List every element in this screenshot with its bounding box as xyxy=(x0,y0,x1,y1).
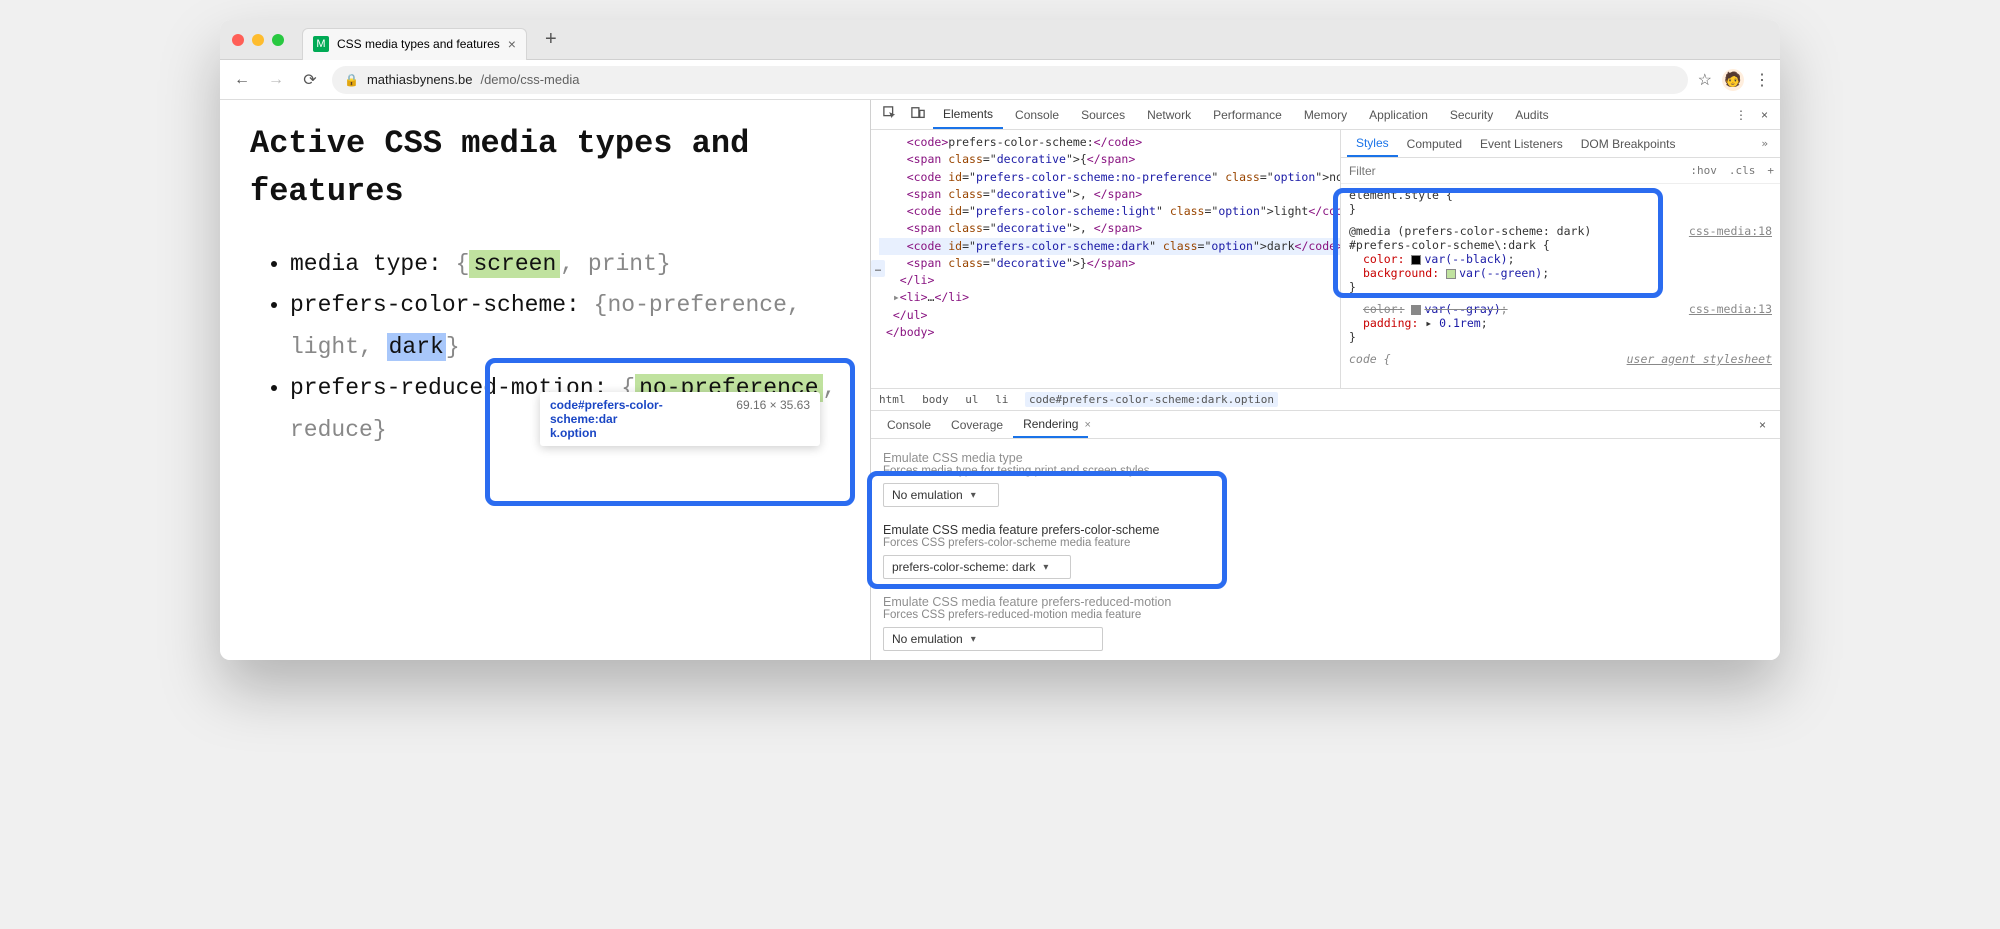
browser-menu-icon[interactable]: ⋮ xyxy=(1754,70,1770,90)
device-toolbar-icon[interactable] xyxy=(905,102,931,127)
maximize-window-button[interactable] xyxy=(272,34,284,46)
breadcrumb-item[interactable]: body xyxy=(922,393,949,406)
drawer-tab-close-icon[interactable]: × xyxy=(1084,419,1090,431)
emulate-color-scheme-select[interactable]: prefers-color-scheme: dark xyxy=(883,555,1071,579)
dom-breadcrumb: html body ul li code#prefers-color-schem… xyxy=(871,388,1780,410)
section-title: Emulate CSS media feature prefers-color-… xyxy=(883,523,1768,537)
hov-toggle[interactable]: :hov xyxy=(1684,162,1723,179)
styles-subtab-computed[interactable]: Computed xyxy=(1398,132,1471,156)
minimize-window-button[interactable] xyxy=(252,34,264,46)
browser-tab[interactable]: M CSS media types and features × xyxy=(302,28,527,60)
selected-option: dark xyxy=(387,333,446,361)
tab-audits[interactable]: Audits xyxy=(1505,102,1558,128)
new-tab-button[interactable]: + xyxy=(535,28,567,51)
tab-memory[interactable]: Memory xyxy=(1294,102,1357,128)
list-item: media type: {screen, print} xyxy=(290,244,840,285)
css-rule[interactable]: element.style { } xyxy=(1349,188,1772,216)
section-subtitle: Forces CSS prefers-color-scheme media fe… xyxy=(883,537,1768,549)
rule-source-link[interactable]: css-media:18 xyxy=(1689,224,1772,238)
new-rule-button[interactable]: + xyxy=(1761,162,1780,179)
css-rule[interactable]: css-media:13 color: var(--gray); padding… xyxy=(1349,302,1772,344)
tooltip-dimensions: 69.16 × 35.63 xyxy=(736,398,810,412)
profile-avatar[interactable]: 🧑 xyxy=(1722,69,1744,91)
section-title: Emulate CSS media type xyxy=(883,451,1768,465)
close-tab-icon[interactable]: × xyxy=(508,36,516,52)
tab-elements[interactable]: Elements xyxy=(933,101,1003,129)
active-option: screen xyxy=(469,250,560,278)
dom-tree-pane[interactable]: <code>prefers-color-scheme:</code> <span… xyxy=(871,130,1341,388)
styles-subtab-dom-breakpoints[interactable]: DOM Breakpoints xyxy=(1572,132,1685,156)
tab-network[interactable]: Network xyxy=(1137,102,1201,128)
dom-selected-node[interactable]: <code id="prefers-color-scheme:dark" cla… xyxy=(879,238,1341,255)
inspect-element-icon[interactable] xyxy=(877,102,903,127)
tab-application[interactable]: Application xyxy=(1359,102,1438,128)
url-bar-row: ← → ⟳ 🔒 mathiasbynens.be/demo/css-media … xyxy=(220,60,1780,100)
emulate-reduced-motion-select[interactable]: No emulation xyxy=(883,627,1103,651)
styles-subtab-event-listeners[interactable]: Event Listeners xyxy=(1471,132,1572,156)
devtools-tabs: Elements Console Sources Network Perform… xyxy=(871,100,1780,130)
lock-icon: 🔒 xyxy=(344,73,359,87)
traffic-lights xyxy=(232,34,284,46)
section-title: Emulate CSS media feature prefers-reduce… xyxy=(883,595,1768,609)
rule-source-link: user agent stylesheet xyxy=(1627,352,1772,366)
devtools-drawer: Console Coverage Rendering × × Emulate C… xyxy=(871,410,1780,660)
tab-title: CSS media types and features xyxy=(337,37,500,51)
drawer-close-icon[interactable]: × xyxy=(1751,414,1774,436)
devtools-menu-icon[interactable]: ⋮ xyxy=(1729,104,1753,126)
emulate-media-type-select[interactable]: No emulation xyxy=(883,483,999,507)
url-field[interactable]: 🔒 mathiasbynens.be/demo/css-media xyxy=(332,66,1688,94)
css-rule[interactable]: user agent stylesheet code { xyxy=(1349,352,1772,366)
styles-subtab-styles[interactable]: Styles xyxy=(1347,131,1398,157)
back-button[interactable]: ← xyxy=(230,68,254,92)
drawer-tab-console[interactable]: Console xyxy=(877,413,941,437)
tab-sources[interactable]: Sources xyxy=(1071,102,1135,128)
breadcrumb-item[interactable]: html xyxy=(879,393,906,406)
rule-source-link[interactable]: css-media:13 xyxy=(1689,302,1772,316)
page-heading: Active CSS media types and features xyxy=(250,120,840,216)
favicon-icon: M xyxy=(313,36,329,52)
forward-button[interactable]: → xyxy=(264,68,288,92)
tooltip-selector: code#prefers-color-scheme:dar xyxy=(550,398,663,426)
styles-filter-input[interactable] xyxy=(1341,160,1684,182)
drawer-tab-rendering[interactable]: Rendering xyxy=(1013,412,1088,438)
tab-security[interactable]: Security xyxy=(1440,102,1503,128)
section-subtitle: Forces media type for testing print and … xyxy=(883,465,1768,477)
devtools-panel: Elements Console Sources Network Perform… xyxy=(870,100,1780,660)
css-rule[interactable]: css-media:18 @media (prefers-color-schem… xyxy=(1349,224,1772,294)
close-window-button[interactable] xyxy=(232,34,244,46)
devtools-close-icon[interactable]: × xyxy=(1755,104,1774,126)
ellipsis-badge: … xyxy=(871,260,885,277)
url-domain: mathiasbynens.be xyxy=(367,72,473,87)
bookmark-star-icon[interactable]: ☆ xyxy=(1698,70,1712,90)
breadcrumb-item-selected[interactable]: code#prefers-color-scheme:dark.option xyxy=(1025,392,1278,407)
reload-button[interactable]: ⟳ xyxy=(298,68,322,92)
rendered-page: Active CSS media types and features medi… xyxy=(220,100,870,660)
tab-console[interactable]: Console xyxy=(1005,102,1069,128)
breadcrumb-item[interactable]: ul xyxy=(965,393,978,406)
inspector-tooltip: 69.16 × 35.63 code#prefers-color-scheme:… xyxy=(540,392,820,446)
section-subtitle: Forces CSS prefers-reduced-motion media … xyxy=(883,609,1768,621)
breadcrumb-item[interactable]: li xyxy=(995,393,1008,406)
tab-performance[interactable]: Performance xyxy=(1203,102,1292,128)
cls-toggle[interactable]: .cls xyxy=(1723,162,1762,179)
drawer-tab-coverage[interactable]: Coverage xyxy=(941,413,1013,437)
list-item: prefers-color-scheme: {no-preference, li… xyxy=(290,285,840,368)
window-titlebar: M CSS media types and features × + xyxy=(220,20,1780,60)
more-subtabs-icon[interactable]: » xyxy=(1755,135,1774,152)
url-path: /demo/css-media xyxy=(480,72,579,87)
styles-pane: Styles Computed Event Listeners DOM Brea… xyxy=(1341,130,1780,388)
